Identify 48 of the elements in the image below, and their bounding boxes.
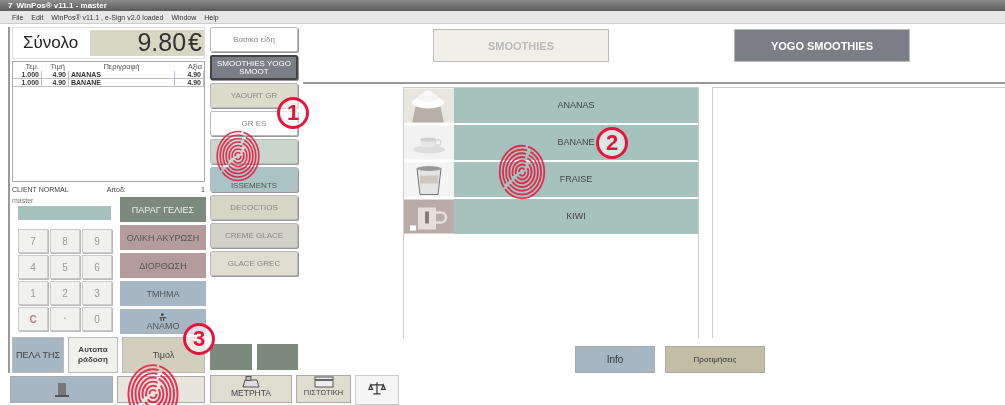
keypad-key[interactable]: 5 [50,255,80,280]
currency-symbol: € [188,28,202,58]
keypad-key[interactable]: 4 [18,255,48,280]
keypad-key[interactable]: 8 [50,229,80,254]
keypad-key[interactable]: 9 [82,229,112,254]
door-icon [53,381,70,398]
keypad-key[interactable]: . [50,307,80,332]
app-icon: 7 [8,1,13,10]
input-field[interactable] [18,206,111,221]
product-button[interactable]: FRAISE [454,161,698,197]
category-button[interactable]: ISSEMENTS [210,167,298,192]
keypad-key[interactable]: 2 [50,281,80,306]
product-button[interactable]: KIWI [454,198,698,234]
total-label: Σύνολο [22,32,80,53]
keypad-key[interactable]: 6 [82,255,112,280]
scale-icon [368,381,386,396]
blank-button[interactable] [256,344,298,370]
function-button[interactable]: ΔΙΟΡΘΩΣΗ [120,253,206,279]
product-button[interactable]: ANANAS [454,87,698,123]
function-button[interactable]: ΤΜΗΜΑ [120,281,206,307]
category-button[interactable]: GLACE GREC [210,251,298,276]
category-button[interactable]: CREME GLACE [210,223,298,248]
category-button[interactable]: SMOOTHIES YOGO SMOOT [210,55,298,80]
total-amount: 9.80 [137,28,187,58]
category-button[interactable]: Βασικά είδη [210,27,298,52]
step-number-badge: 3 [183,323,215,355]
keypad-key[interactable]: 7 [18,229,48,254]
exit-button[interactable] [10,376,113,403]
action-button[interactable]: Info [575,346,655,373]
keypad-key[interactable]: 0 [82,307,112,332]
step-number-badge: 2 [596,127,628,159]
tab[interactable]: YOGO SMOOTHIES [734,29,910,62]
action-button[interactable]: Προτιμήσεις [665,346,765,373]
waiter-icon [158,312,168,321]
keypad-key[interactable]: 3 [82,281,112,306]
keypad-key[interactable]: C [18,307,48,332]
payment-button[interactable]: ΜΕΤΡΗΤΑ [210,375,292,403]
function-button[interactable]: ΠΑΡΑΓ ΓΕΛΙΕΣ [120,197,206,223]
window-title: WinPos® v11.1 - master [16,1,107,10]
credit-card-icon [313,376,334,388]
cash-register-icon [241,376,261,388]
step-number-badge: 1 [277,97,309,129]
keypad-key[interactable]: 1 [18,281,48,306]
function-button[interactable]: ΟΛΙΚΗ ΑΚΥΡΩΣΗ [120,225,206,251]
category-button[interactable]: DECOCTIOS [210,195,298,220]
scale-button[interactable] [355,375,399,405]
action-button[interactable]: Αυτοπα ράδοση [68,337,118,373]
action-button[interactable]: ΠΕΛΑ ΤΗΣ [12,337,64,373]
